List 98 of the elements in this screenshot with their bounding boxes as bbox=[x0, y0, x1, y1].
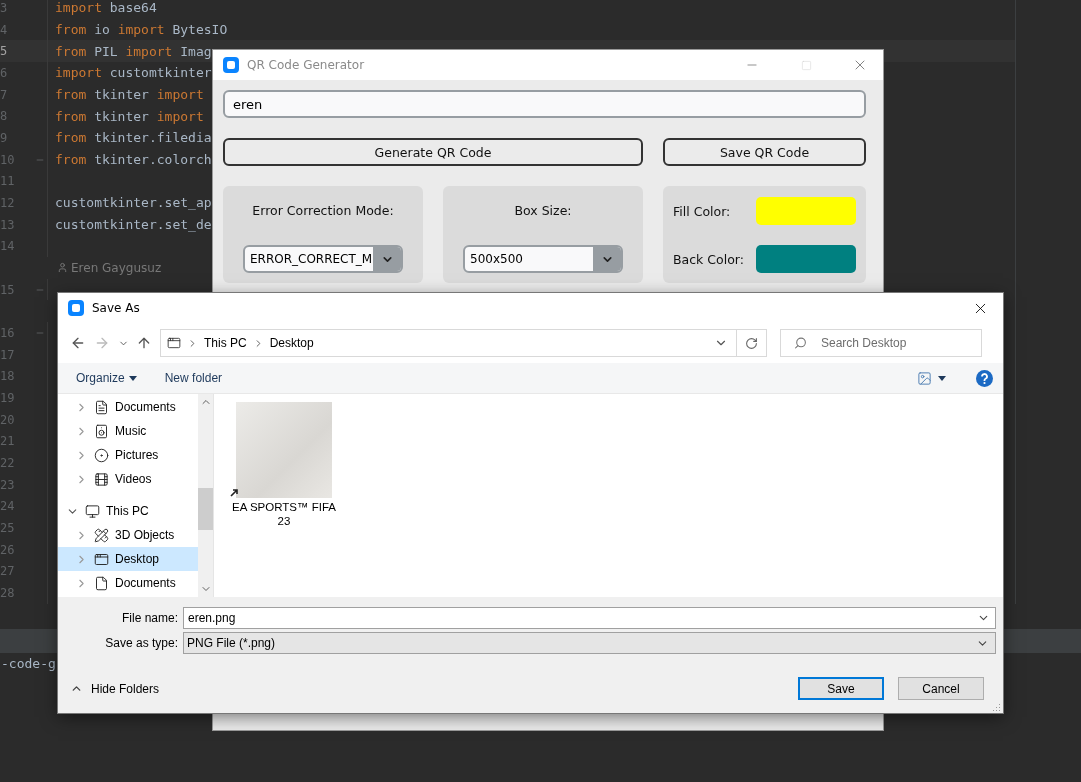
save-button[interactable]: Save bbox=[798, 677, 884, 700]
line-number: 10 bbox=[0, 152, 15, 167]
line-number: 4 bbox=[0, 22, 8, 37]
refresh-icon bbox=[745, 336, 758, 350]
breadcrumb-item[interactable]: This PC bbox=[204, 336, 247, 350]
window-icon bbox=[167, 336, 181, 350]
line-number: 28 bbox=[0, 585, 15, 600]
caret-down-icon bbox=[938, 375, 946, 381]
tree-item[interactable]: Documents bbox=[58, 571, 198, 595]
line-number: 19 bbox=[0, 390, 15, 405]
file-name[interactable]: EA SPORTS™ FIFA 23 bbox=[229, 500, 339, 528]
field-label: Save as type: bbox=[104, 636, 178, 650]
color-label: Fill Color: bbox=[673, 203, 731, 219]
line-number: 23 bbox=[0, 477, 15, 492]
line-number: 25 bbox=[0, 520, 15, 535]
hide-folders-button[interactable]: Hide Folders bbox=[70, 681, 160, 696]
caret-down-icon bbox=[128, 375, 137, 381]
line-number: 7 bbox=[0, 87, 8, 102]
save-qr-button[interactable]: Save QR Code bbox=[663, 138, 866, 166]
new-folder-button[interactable]: New folder bbox=[164, 371, 223, 385]
line-number: 3 bbox=[0, 0, 8, 15]
tree-item[interactable]: Documents bbox=[58, 395, 198, 419]
pencil-ruler-icon bbox=[94, 527, 109, 543]
circle-dot-icon bbox=[94, 447, 109, 463]
tree-item[interactable]: Videos bbox=[58, 467, 198, 491]
line-number: 26 bbox=[0, 542, 15, 557]
refresh-button[interactable] bbox=[737, 329, 767, 357]
person-icon bbox=[57, 262, 68, 274]
resize-grip-icon bbox=[993, 703, 1001, 711]
tree-item[interactable]: This PC bbox=[58, 499, 198, 523]
line-number: 16 bbox=[0, 325, 15, 340]
picture-icon bbox=[917, 370, 932, 386]
color-swatch[interactable] bbox=[756, 197, 856, 225]
app-logo-icon bbox=[223, 57, 239, 73]
help-icon[interactable] bbox=[976, 369, 993, 387]
line-number: 8 bbox=[0, 109, 8, 124]
file-type-dropdown[interactable]: PNG File (*.png) bbox=[183, 632, 996, 654]
text-input-field[interactable]: eren bbox=[223, 90, 866, 118]
search-icon bbox=[794, 336, 807, 350]
film-icon bbox=[94, 471, 109, 487]
line-number: 20 bbox=[0, 412, 15, 427]
code-text: from io import BytesIO bbox=[54, 22, 228, 37]
line-number: 11 bbox=[0, 174, 15, 189]
line-number: 14 bbox=[0, 239, 15, 254]
line-number: 17 bbox=[0, 347, 15, 362]
organize-menu[interactable]: Organize bbox=[76, 371, 137, 385]
terminal-text: -code-g bbox=[1, 655, 56, 671]
line-number: 13 bbox=[0, 217, 15, 232]
line-number: 15 bbox=[0, 282, 15, 297]
breadcrumb-item[interactable]: Desktop bbox=[269, 336, 314, 350]
code-text: from tkinter.filedia bbox=[54, 130, 212, 146]
code-text: from tkinter import bbox=[54, 108, 204, 124]
window-icon bbox=[94, 551, 109, 567]
file-icon bbox=[94, 575, 109, 591]
panel-label: Error Correction Mode: bbox=[252, 203, 394, 218]
file-name-field[interactable]: eren.png bbox=[183, 607, 996, 629]
dropdown[interactable]: 500x500 bbox=[463, 245, 623, 273]
monitor-icon bbox=[85, 503, 100, 519]
speaker-icon bbox=[94, 423, 109, 439]
generate-button[interactable]: Generate QR Code bbox=[223, 138, 643, 166]
field-label: File name: bbox=[120, 611, 178, 625]
line-number: 24 bbox=[0, 499, 15, 514]
scrollbar[interactable] bbox=[198, 394, 213, 597]
line-number: 6 bbox=[0, 65, 8, 80]
line-number: 18 bbox=[0, 369, 15, 384]
panel-label: Box Size: bbox=[514, 203, 572, 218]
code-text: customtkinter.set_de bbox=[54, 217, 212, 233]
code-text: from tkinter.colorch bbox=[54, 152, 212, 168]
line-number: 27 bbox=[0, 564, 15, 579]
author-hint: Eren Gaygusuz bbox=[71, 260, 162, 275]
tree-item[interactable]: 3D Objects bbox=[58, 523, 198, 547]
code-text: from PIL import Imag bbox=[54, 43, 212, 59]
address-bar[interactable]: This PC Desktop bbox=[160, 329, 737, 357]
line-number: 9 bbox=[0, 130, 8, 145]
window-title: QR Code Generator bbox=[247, 58, 366, 72]
tree-item[interactable]: Desktop bbox=[58, 547, 198, 571]
shortcut-arrow-icon bbox=[230, 488, 239, 497]
tree-item[interactable]: Pictures bbox=[58, 443, 198, 467]
view-options-button[interactable] bbox=[917, 370, 946, 386]
line-number: 12 bbox=[0, 195, 15, 210]
dialog-title: Save As bbox=[92, 301, 141, 315]
color-label: Back Color: bbox=[673, 251, 744, 267]
line-number: 5 bbox=[0, 44, 8, 59]
scroll-thumb[interactable] bbox=[198, 488, 213, 530]
search-field[interactable]: Search Desktop bbox=[780, 329, 982, 357]
color-swatch[interactable] bbox=[756, 245, 856, 273]
document-icon bbox=[94, 399, 109, 415]
app-logo-icon bbox=[68, 300, 84, 316]
code-text: from tkinter import bbox=[54, 87, 204, 102]
code-text: import base64 bbox=[54, 0, 157, 16]
code-text: customtkinter.set_ap bbox=[54, 195, 212, 211]
line-number: 21 bbox=[0, 434, 15, 449]
line-number: 22 bbox=[0, 455, 15, 470]
cancel-button[interactable]: Cancel bbox=[898, 677, 984, 700]
dropdown[interactable]: ERROR_CORRECT_M bbox=[243, 245, 403, 273]
code-text: import customtkinter bbox=[54, 65, 212, 81]
thumbnail-placeholder[interactable] bbox=[236, 402, 332, 498]
tree-item[interactable]: Music bbox=[58, 419, 198, 443]
